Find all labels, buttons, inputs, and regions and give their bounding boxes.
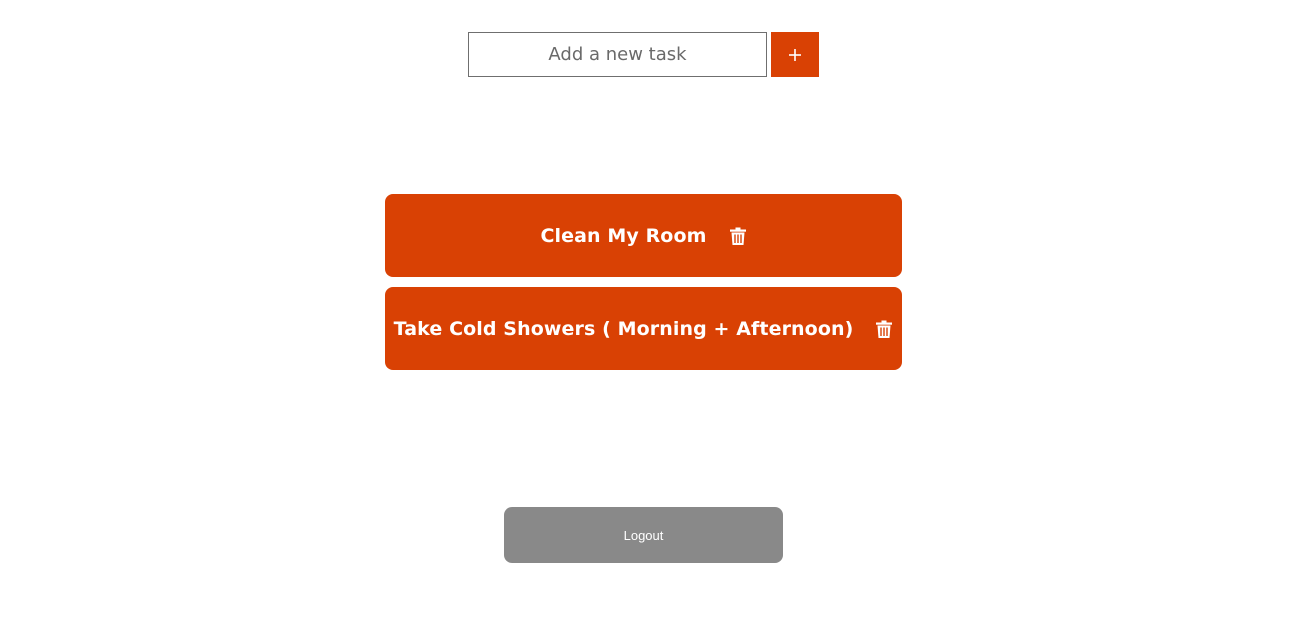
plus-icon <box>789 48 801 61</box>
task-text: Clean My Room <box>540 224 707 247</box>
add-task-form <box>468 32 819 77</box>
task-item: Clean My Room <box>385 194 902 277</box>
delete-task-button[interactable] <box>729 226 747 246</box>
trash-icon <box>729 227 746 245</box>
new-task-input[interactable] <box>468 32 767 77</box>
delete-task-button[interactable] <box>875 319 893 339</box>
task-item: Take Cold Showers ( Morning + Afternoon) <box>385 287 902 370</box>
add-task-button[interactable] <box>771 32 819 77</box>
task-list: Clean My Room Take Cold Showers ( Mornin… <box>385 194 902 380</box>
logout-button[interactable]: Logout <box>504 507 783 563</box>
task-text: Take Cold Showers ( Morning + Afternoon) <box>393 317 854 340</box>
trash-icon <box>876 320 893 338</box>
